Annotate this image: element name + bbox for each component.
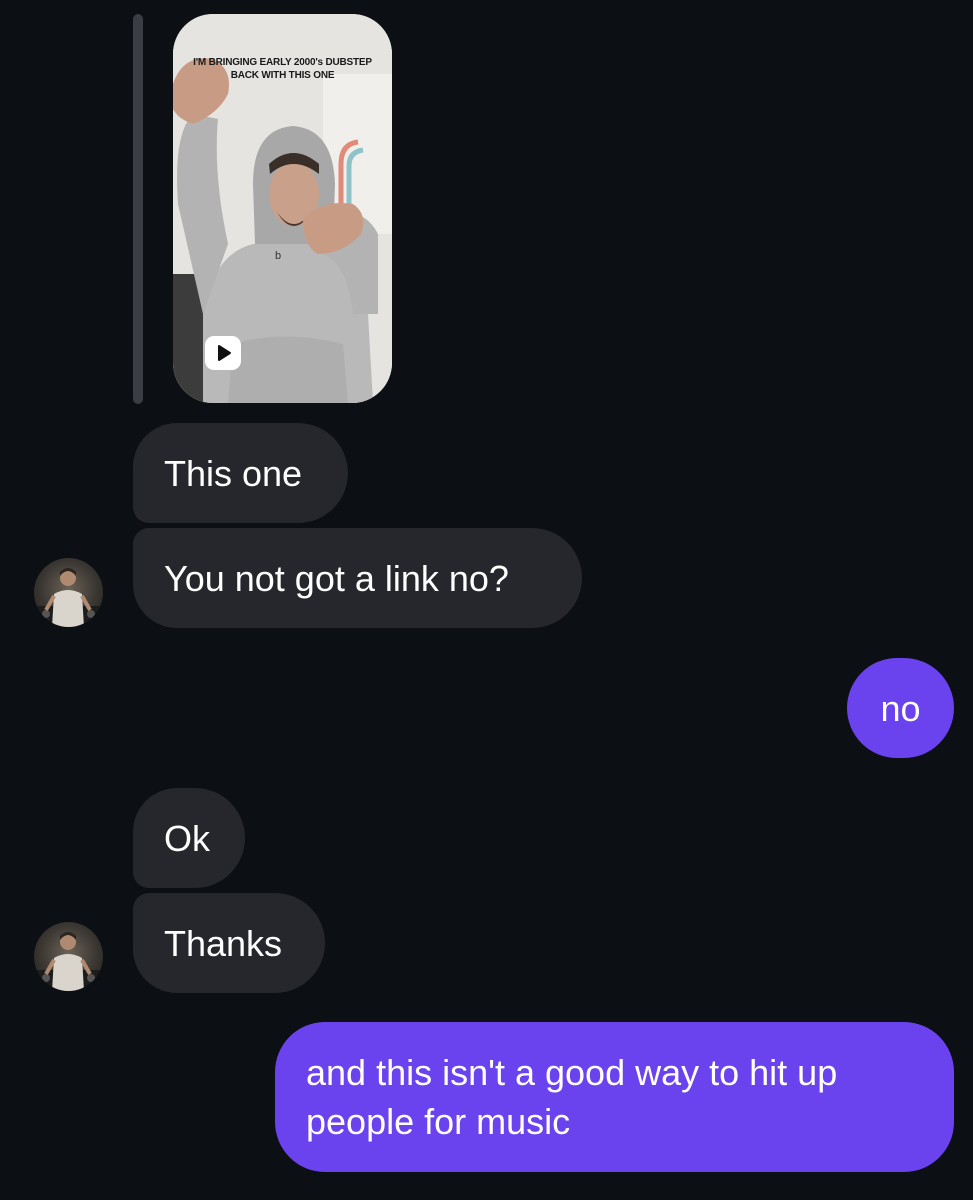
message-bubble-incoming[interactable]: Thanks [133,893,325,993]
message-bubble-incoming[interactable]: You not got a link no? [133,528,582,628]
message-bubble-outgoing[interactable]: and this isn't a good way to hit up peop… [275,1022,954,1172]
sender-avatar[interactable] [34,922,103,991]
sender-avatar[interactable] [34,558,103,627]
message-bubble-incoming[interactable]: This one [133,423,348,523]
play-icon[interactable] [205,336,241,370]
message-bubble-outgoing[interactable]: no [847,658,954,758]
reel-caption: I'M BRINGING EARLY 2000's DUBSTEP BACK W… [193,57,372,81]
reply-quote-bar [133,14,143,404]
message-bubble-incoming[interactable]: Ok [133,788,245,888]
hoodie-logo: b [275,250,281,262]
